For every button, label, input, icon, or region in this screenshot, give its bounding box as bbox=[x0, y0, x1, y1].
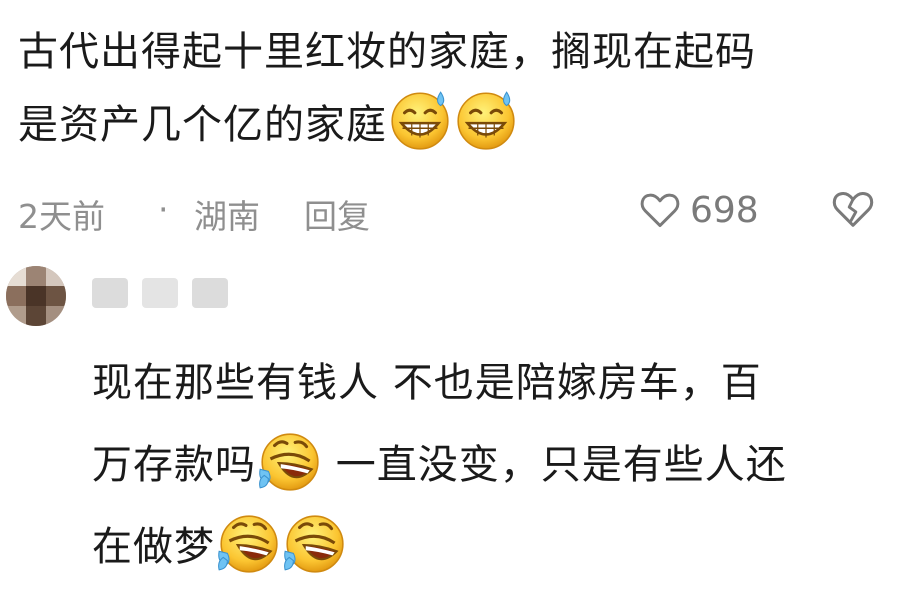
reply-text-line2-part2: 一直没变，只是有些人还 bbox=[322, 442, 787, 488]
comment-location: 湖南 bbox=[194, 197, 260, 236]
rolling-laugh-emoji-icon bbox=[281, 510, 347, 576]
comment-text-line2: 是资产几个亿的家庭 bbox=[18, 102, 387, 148]
reply-username[interactable] bbox=[92, 272, 242, 312]
broken-heart-icon bbox=[830, 186, 876, 232]
like-count: 698 bbox=[690, 189, 759, 231]
grinning-sweat-emoji-icon bbox=[453, 86, 519, 152]
rolling-laugh-emoji-icon bbox=[215, 510, 281, 576]
reply-text: 现在那些有钱人 不也是陪嫁房车，百 万存款吗 一直没变，只是有些人还 在做梦 bbox=[92, 342, 892, 588]
meta-separator: · bbox=[158, 190, 169, 229]
like-button[interactable]: 698 bbox=[638, 184, 759, 236]
comment-text-line1: 古代出得起十里红妆的家庭，搁现在起码 bbox=[18, 29, 756, 75]
comment-text: 古代出得起十里红妆的家庭，搁现在起码 是资产几个亿的家庭 bbox=[18, 18, 898, 159]
comment-time: 2天前 bbox=[18, 197, 105, 236]
reply-text-line1: 现在那些有钱人 不也是陪嫁房车，百 bbox=[92, 360, 762, 406]
heart-outline-icon bbox=[638, 188, 682, 232]
avatar[interactable] bbox=[6, 266, 66, 326]
rolling-laugh-emoji-icon bbox=[256, 428, 322, 494]
grinning-sweat-emoji-icon bbox=[387, 86, 453, 152]
reply-text-line2-part1: 万存款吗 bbox=[92, 442, 256, 488]
reply-text-line3: 在做梦 bbox=[92, 524, 215, 570]
dislike-button[interactable] bbox=[830, 186, 876, 232]
comment-meta-row: 2天前 · 湖南 回复 698 bbox=[18, 182, 898, 238]
reply-button[interactable]: 回复 bbox=[304, 190, 370, 238]
